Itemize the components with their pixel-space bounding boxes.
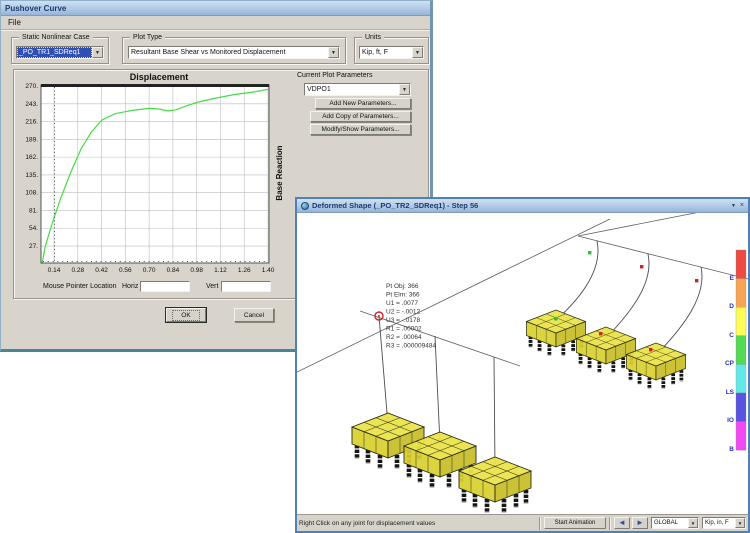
units-bottom-value: Kip, in, F: [703, 518, 735, 528]
svg-text:C: C: [729, 332, 734, 339]
deformed-shape-window: Deformed Shape (_PO_TR2_SDReq1) - Step 5…: [295, 197, 750, 533]
plot-type-label: Plot Type: [130, 33, 165, 42]
units-label: Units: [362, 33, 384, 42]
chevron-down-icon[interactable]: ▼: [412, 47, 423, 58]
coordinate-system-combo[interactable]: GLOBAL ▼: [651, 517, 699, 529]
current-plot-parameters-combo[interactable]: VDPO1 ▼: [304, 83, 411, 96]
deformed-window-titlebar[interactable]: Deformed Shape (_PO_TR2_SDReq1) - Step 5…: [297, 199, 748, 213]
chevron-down-icon[interactable]: ▼: [735, 518, 745, 528]
svg-text:108.: 108.: [25, 190, 38, 197]
current-plot-parameters-value: VDPO1: [305, 84, 399, 95]
units-combo-bottom[interactable]: Kip, in, F ▼: [702, 517, 746, 529]
plot-type-combo[interactable]: Resultant Base Shear vs Monitored Displa…: [128, 46, 340, 59]
static-nonlinear-case-label: Static Nonlinear Case: [19, 33, 93, 42]
ok-button[interactable]: OK: [166, 308, 206, 322]
animation-next-button[interactable]: ►: [632, 517, 648, 529]
hinge-legend: E D C CP LS IO B: [725, 250, 746, 453]
svg-text:1.40: 1.40: [262, 267, 275, 274]
svg-text:LS: LS: [726, 389, 735, 396]
menu-file[interactable]: File: [1, 17, 28, 28]
separator: [609, 517, 611, 530]
add-new-parameters-button[interactable]: Add New Parameters...: [315, 98, 411, 109]
svg-text:0.70: 0.70: [143, 267, 156, 274]
y-axis-title: Base Reaction: [275, 145, 284, 200]
svg-text:0.42: 0.42: [95, 267, 108, 274]
arrow-left-icon: ◄: [618, 519, 626, 527]
svg-text:0.56: 0.56: [119, 267, 132, 274]
vert-input[interactable]: [221, 281, 271, 292]
svg-text:0.98: 0.98: [190, 267, 203, 274]
chart-title: Displacement: [130, 72, 189, 82]
pushover-chart[interactable]: Displacement 270. 243. 216. 189. 162. 135. 108…: [14, 70, 297, 298]
plot-area: [41, 85, 269, 263]
svg-text:243.: 243.: [25, 101, 38, 108]
svg-text:U2 = -.0012: U2 = -.0012: [386, 309, 421, 316]
dialog-titlebar[interactable]: Pushover Curve: [1, 1, 430, 16]
deformed-window-title: Deformed Shape (_PO_TR2_SDReq1) - Step 5…: [312, 201, 478, 210]
dialog-title: Pushover Curve: [5, 4, 66, 13]
model-viewport[interactable]: Pt Obj: 366 Pt Elm: 366 U1 = .0077 U2 = …: [297, 213, 748, 514]
svg-text:0.84: 0.84: [167, 267, 180, 274]
svg-text:54.: 54.: [29, 225, 38, 232]
x-tick-labels: 0.14 0.28 0.42 0.56 0.70 0.84 0.98 1.12 1.26 1.40: [48, 267, 275, 274]
window-menu-icon[interactable]: ▼: [731, 202, 736, 210]
chevron-down-icon[interactable]: ▼: [688, 518, 698, 528]
current-plot-parameters-label: Current Plot Parameters: [297, 72, 372, 79]
chevron-down-icon[interactable]: ▼: [328, 47, 339, 58]
close-icon[interactable]: ×: [740, 202, 744, 210]
units-combo[interactable]: Kip, ft, F ▼: [359, 46, 424, 59]
status-text: Right Click on any joint for displacemen…: [299, 520, 536, 527]
svg-text:0.28: 0.28: [71, 267, 84, 274]
plot-type-value: Resultant Base Shear vs Monitored Displa…: [129, 47, 328, 58]
joint-annotation: Pt Obj: 366 Pt Elm: 366 U1 = .0077 U2 = …: [386, 283, 436, 350]
svg-text:R3 = .000009484: R3 = .000009484: [386, 343, 436, 350]
svg-text:CP: CP: [725, 360, 735, 367]
svg-text:E: E: [730, 275, 735, 282]
chevron-down-icon[interactable]: ▼: [399, 84, 410, 95]
screen: Pushover Curve File Static Nonlinear Cas…: [0, 0, 750, 533]
ok-button-label: OK: [172, 310, 199, 321]
svg-text:B: B: [729, 446, 734, 453]
svg-text:27.: 27.: [29, 243, 38, 250]
separator: [539, 517, 541, 530]
svg-text:135.: 135.: [25, 172, 38, 179]
mouse-pointer-location-label: Mouse Pointer Location: [43, 283, 117, 290]
modify-show-parameters-button[interactable]: Modify/Show Parameters...: [310, 124, 411, 135]
horiz-label: Horiz: [122, 283, 138, 290]
cancel-button[interactable]: Cancel: [234, 308, 274, 322]
y-tick-labels: 270. 243. 216. 189. 162. 135. 108. 81. 54. 27.: [25, 83, 38, 250]
deformed-shape-scene[interactable]: Pt Obj: 366 Pt Elm: 366 U1 = .0077 U2 = …: [297, 213, 748, 514]
arrow-right-icon: ►: [636, 519, 644, 527]
menu-bar: File: [1, 16, 430, 30]
svg-text:IO: IO: [727, 417, 734, 424]
svg-text:U1 = .0077: U1 = .0077: [386, 300, 418, 307]
horiz-input[interactable]: [140, 281, 190, 292]
start-animation-button[interactable]: Start Animation: [544, 517, 606, 529]
deck-lines: [297, 213, 748, 373]
svg-text:162.: 162.: [25, 154, 38, 161]
svg-text:R2 = .00064: R2 = .00064: [386, 334, 422, 341]
animation-prev-button[interactable]: ◄: [614, 517, 630, 529]
static-nonlinear-case-combo[interactable]: _PO_TR1_SDReq1 ▼: [16, 46, 104, 59]
svg-text:D: D: [729, 303, 734, 310]
static-nonlinear-case-value: _PO_TR1_SDReq1: [17, 47, 92, 58]
svg-text:U3 = -.0178: U3 = -.0178: [386, 317, 421, 324]
svg-text:Pt Obj: 366: Pt Obj: 366: [386, 283, 419, 290]
svg-text:Pt Elm: 366: Pt Elm: 366: [386, 292, 420, 299]
chevron-down-icon[interactable]: ▼: [92, 47, 103, 58]
svg-text:0.14: 0.14: [48, 267, 61, 274]
svg-text:216.: 216.: [25, 119, 38, 126]
vert-label: Vert: [206, 283, 218, 290]
svg-text:1.12: 1.12: [214, 267, 227, 274]
window-icon: [301, 202, 309, 210]
svg-text:270.: 270.: [25, 83, 38, 90]
coordinate-system-value: GLOBAL: [652, 518, 688, 528]
svg-text:81.: 81.: [29, 207, 38, 214]
add-copy-of-parameters-button[interactable]: Add Copy of Parameters...: [310, 111, 411, 122]
svg-text:R1 = .00002: R1 = .00002: [386, 326, 422, 333]
svg-text:189.: 189.: [25, 136, 38, 143]
svg-text:1.26: 1.26: [238, 267, 251, 274]
viewport-status-bar: Right Click on any joint for displacemen…: [297, 514, 748, 531]
units-value: Kip, ft, F: [360, 47, 412, 58]
